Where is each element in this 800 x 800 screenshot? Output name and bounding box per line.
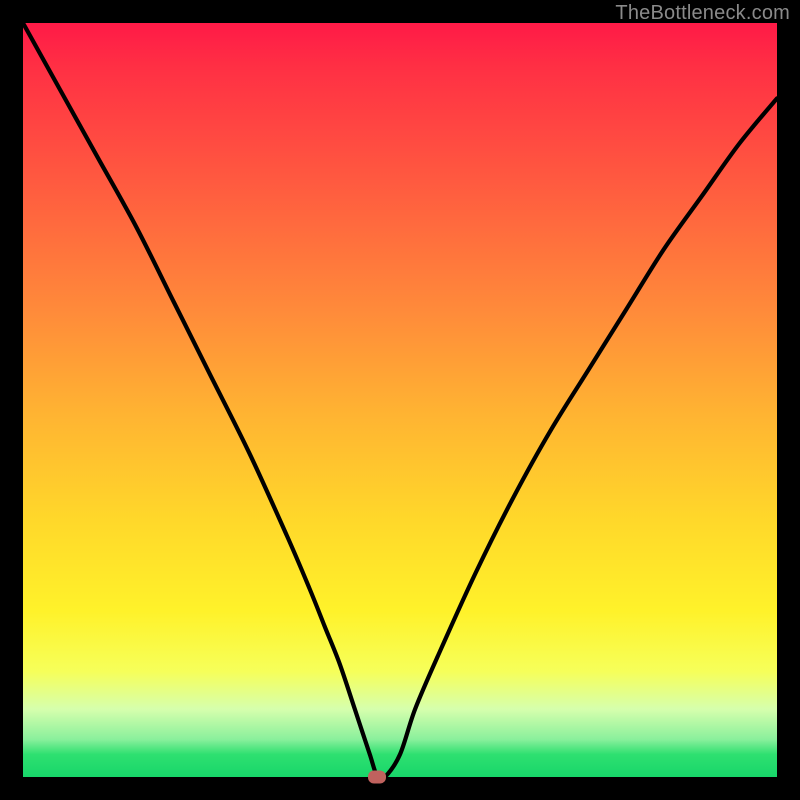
bottleneck-curve — [23, 23, 777, 780]
plot-area — [23, 23, 777, 777]
watermark-text: TheBottleneck.com — [615, 2, 790, 25]
optimal-point-marker — [368, 771, 386, 784]
chart-frame: TheBottleneck.com — [0, 0, 800, 800]
curve-svg — [23, 23, 777, 777]
